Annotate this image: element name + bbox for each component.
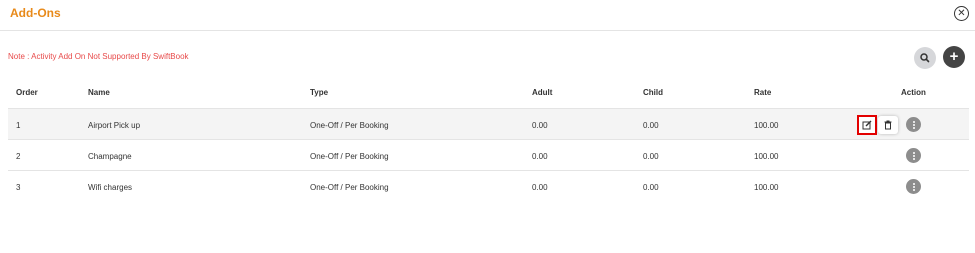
cell-rate: 100.00 — [754, 183, 779, 192]
edit-button[interactable] — [857, 115, 877, 135]
more-actions-button[interactable] — [906, 179, 921, 194]
cell-type: One-Off / Per Booking — [310, 183, 389, 192]
delete-button[interactable] — [878, 116, 898, 134]
modal-header: Add-Ons ✕ — [0, 0, 975, 31]
cell-adult: 0.00 — [532, 121, 548, 130]
cell-adult: 0.00 — [532, 152, 548, 161]
add-button[interactable]: + — [943, 46, 965, 68]
search-icon — [920, 53, 930, 63]
cell-type: One-Off / Per Booking — [310, 152, 389, 161]
cell-rate: 100.00 — [754, 152, 779, 161]
close-icon[interactable]: ✕ — [954, 6, 969, 21]
cell-rate: 100.00 — [754, 121, 779, 130]
cell-child: 0.00 — [643, 121, 659, 130]
cell-child: 0.00 — [643, 183, 659, 192]
cell-child: 0.00 — [643, 152, 659, 161]
header-name: Name — [88, 88, 110, 97]
search-button[interactable] — [914, 47, 936, 69]
header-rate: Rate — [754, 88, 772, 97]
cell-order: 1 — [16, 121, 21, 130]
modal-title: Add-Ons — [10, 6, 61, 20]
more-actions-button[interactable] — [906, 148, 921, 163]
cell-name: Wifi charges — [88, 183, 133, 192]
more-actions-button[interactable] — [906, 117, 921, 132]
table-row: 1 Airport Pick up One-Off / Per Booking … — [8, 108, 969, 140]
header-adult: Adult — [532, 88, 553, 97]
table-row: 3 Wifi charges One-Off / Per Booking 0.0… — [8, 170, 969, 202]
cell-order: 2 — [16, 152, 21, 161]
trash-icon — [884, 120, 892, 130]
cell-type: One-Off / Per Booking — [310, 121, 389, 130]
header-order: Order — [16, 88, 38, 97]
cell-name: Champagne — [88, 152, 132, 161]
header-child: Child — [643, 88, 663, 97]
table-row: 2 Champagne One-Off / Per Booking 0.00 0… — [8, 139, 969, 171]
cell-order: 3 — [16, 183, 21, 192]
note-text: Note : Activity Add On Not Supported By … — [8, 52, 189, 61]
cell-adult: 0.00 — [532, 183, 548, 192]
header-type: Type — [310, 88, 329, 97]
cell-name: Airport Pick up — [88, 121, 141, 130]
edit-icon — [862, 120, 872, 130]
header-action: Action — [901, 88, 926, 97]
